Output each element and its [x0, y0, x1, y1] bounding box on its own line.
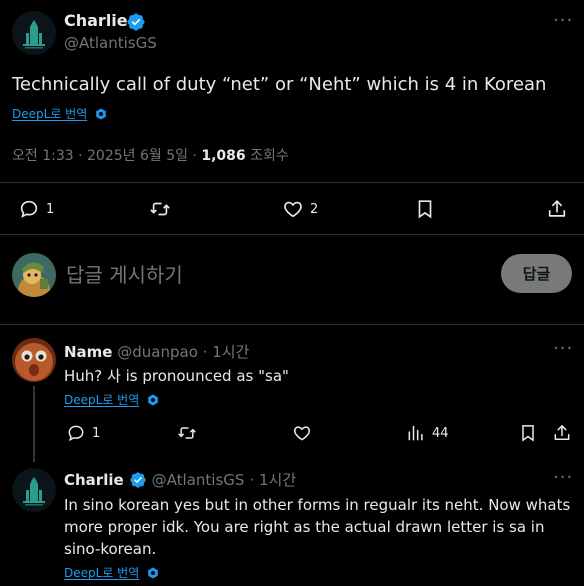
bookmark-icon [418, 200, 432, 219]
retweet-icon [150, 202, 170, 216]
retweet-button[interactable] [148, 198, 172, 220]
views-count: 44 [432, 425, 449, 441]
translate-label[interactable]: DeepL로 번역 [64, 566, 139, 580]
tweet-meta: 오전 1:33 · 2025년 6월 5일 · 1,086 조회수 [12, 145, 289, 165]
reply-avatar-icon [12, 338, 56, 382]
reply-author-avatar[interactable] [12, 338, 56, 382]
like-count: 2 [310, 201, 319, 217]
share-button[interactable] [546, 198, 568, 220]
thread-line [33, 386, 35, 462]
reply-time[interactable]: · 1시간 [249, 469, 296, 490]
translate-label[interactable]: DeepL로 번역 [64, 393, 139, 407]
reply-text: Huh? 사 is pronounced as "sa" [64, 367, 289, 385]
reply-count: 1 [46, 201, 55, 217]
like-icon [293, 426, 311, 441]
divider [0, 234, 584, 235]
reply-input[interactable] [66, 260, 466, 290]
divider [0, 182, 584, 183]
like-icon [284, 201, 302, 218]
views-count: 1,086 [201, 148, 246, 164]
reply-author-name[interactable]: Name [64, 343, 112, 361]
views-icon [408, 425, 423, 441]
more-icon[interactable]: ··· [553, 467, 573, 488]
share-button[interactable] [552, 423, 572, 443]
deepl-icon [148, 567, 159, 578]
reply-icon [68, 425, 84, 442]
reply-header: Name @duanpao · 1시간 [64, 341, 249, 362]
translate-link[interactable]: DeepL로 번역 [64, 562, 159, 581]
more-icon[interactable]: ··· [553, 10, 573, 31]
reply-submit-button[interactable]: 답글 [501, 254, 572, 293]
translate-link[interactable]: DeepL로 번역 [12, 103, 107, 122]
deepl-icon [96, 108, 107, 119]
share-icon [548, 200, 566, 217]
reply-count: 1 [92, 425, 101, 441]
more-icon[interactable]: ··· [553, 338, 573, 359]
reply-time[interactable]: · 1시간 [203, 343, 250, 361]
reply-author-name[interactable]: Charlie [64, 471, 124, 489]
atlantis-logo-icon [12, 11, 56, 55]
bookmark-icon [522, 425, 534, 442]
reply-author-handle[interactable]: @duanpao [117, 343, 198, 361]
translate-link[interactable]: DeepL로 번역 [64, 389, 159, 408]
views-label: 조회수 [250, 148, 289, 164]
divider [0, 324, 584, 325]
verified-icon [129, 471, 146, 488]
reply-author-avatar[interactable] [12, 468, 56, 512]
tweet-text: Technically call of duty “net” or “Neht”… [12, 74, 547, 95]
atlantis-logo-icon [12, 468, 56, 512]
deepl-icon [148, 394, 159, 405]
user-avatar[interactable] [12, 253, 56, 297]
timestamp[interactable]: 오전 1:33 · 2025년 6월 5일 · [12, 148, 201, 164]
share-icon [554, 425, 570, 440]
retweet-icon [178, 427, 196, 439]
reply-button[interactable]: 1 [66, 423, 100, 443]
reply-button[interactable]: 1 [18, 198, 54, 220]
author-handle[interactable]: @AtlantisGS [64, 34, 157, 52]
views-button[interactable]: 44 [406, 423, 449, 443]
translate-label[interactable]: DeepL로 번역 [12, 107, 87, 121]
like-button[interactable]: 2 [282, 198, 318, 220]
author-name[interactable]: Charlie [64, 11, 128, 30]
bookmark-button[interactable] [518, 423, 538, 443]
retweet-button[interactable] [176, 423, 198, 443]
bookmark-button[interactable] [414, 198, 436, 220]
reply-text: In sino korean yes but in other forms in… [64, 496, 571, 558]
reply-author-handle[interactable]: @AtlantisGS [152, 471, 245, 489]
verified-icon [127, 13, 145, 31]
user-avatar-icon [12, 253, 56, 297]
reply-header: Charlie @AtlantisGS · 1시간 [64, 469, 296, 490]
author-avatar[interactable] [12, 11, 56, 55]
like-button[interactable] [292, 423, 312, 443]
reply-icon [20, 200, 38, 218]
